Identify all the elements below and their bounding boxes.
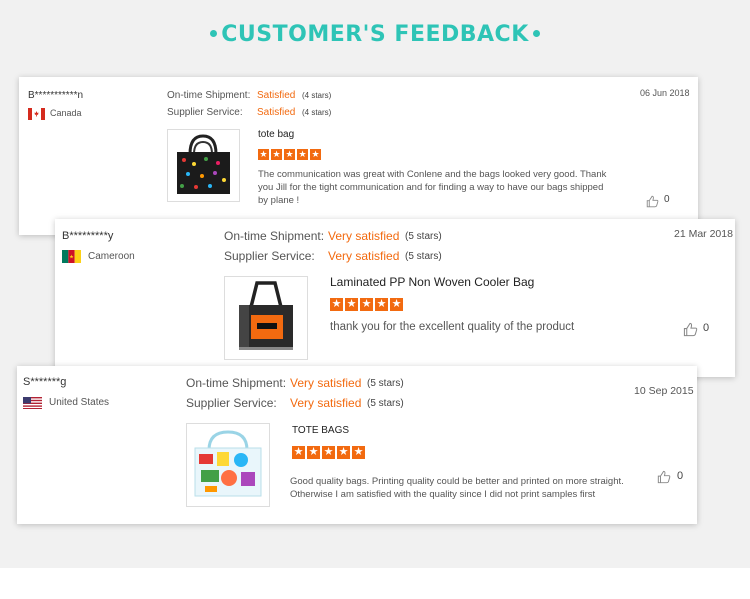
review-date: 10 Sep 2015 xyxy=(634,385,694,397)
star-icon: ★ xyxy=(322,446,335,459)
service-label: Supplier Service: xyxy=(186,396,277,410)
shipment-label: On-time Shipment: xyxy=(167,90,251,101)
service-stars-count: (4 stars) xyxy=(302,108,332,117)
black-tote-bag-image xyxy=(177,134,230,194)
shipment-label: On-time Shipment: xyxy=(224,229,325,243)
like-count: 0 xyxy=(664,194,670,205)
product-title: tote bag xyxy=(258,129,295,140)
service-status: Satisfied xyxy=(257,107,296,118)
service-label: Supplier Service: xyxy=(224,249,315,263)
rating-stars: ★ ★ ★ ★ ★ xyxy=(292,446,367,459)
rating-stars: ★ ★ ★ ★ ★ xyxy=(258,149,323,160)
service-label: Supplier Service: xyxy=(167,107,243,118)
review-card: S*******g United States On-time Shipment… xyxy=(17,366,697,524)
page-footer-band xyxy=(0,568,750,599)
reviewer-country: Cameroon xyxy=(88,251,135,262)
reviewer-country: Canada xyxy=(50,108,82,118)
review-card: B***********n Canada On-time Shipment: S… xyxy=(19,77,698,235)
service-stars-count: (5 stars) xyxy=(405,251,442,262)
star-icon: ★ xyxy=(297,149,308,160)
product-title: TOTE BAGS xyxy=(292,425,350,436)
shipment-status: Very satisfied xyxy=(328,229,400,243)
review-date: 21 Mar 2018 xyxy=(674,228,733,240)
thumbs-up-icon[interactable] xyxy=(683,322,698,337)
product-image[interactable] xyxy=(224,276,308,360)
reviewer-name: B*********y xyxy=(62,230,114,242)
thumbs-up-icon[interactable] xyxy=(657,470,671,484)
review-card: B*********y Cameroon On-time Shipment: V… xyxy=(55,219,735,377)
review-comment: thank you for the excellent quality of t… xyxy=(330,321,575,333)
review-comment: Good quality bags. Printing quality coul… xyxy=(290,476,624,500)
printed-tote-bag-image xyxy=(194,430,262,497)
heading-title: CUSTOMER'S FEEDBACK xyxy=(221,22,529,47)
shipment-status: Very satisfied xyxy=(290,376,362,390)
star-icon: ★ xyxy=(330,298,343,311)
reviewer-name: S*******g xyxy=(23,376,67,388)
review-date: 06 Jun 2018 xyxy=(640,88,690,98)
like-count: 0 xyxy=(703,322,710,334)
shipment-stars-count: (4 stars) xyxy=(302,91,332,100)
reviewer-name: B***********n xyxy=(28,90,84,101)
shipment-stars-count: (5 stars) xyxy=(367,378,404,389)
star-icon: ★ xyxy=(258,149,269,160)
shipment-label: On-time Shipment: xyxy=(186,376,287,390)
product-image[interactable] xyxy=(167,129,240,202)
product-title: Laminated PP Non Woven Cooler Bag xyxy=(330,275,535,289)
section-heading: CUSTOMER'S FEEDBACK xyxy=(0,22,750,47)
star-icon: ★ xyxy=(292,446,305,459)
thumbs-up-icon[interactable] xyxy=(646,195,659,208)
heading-dot-icon xyxy=(210,29,218,37)
like-count: 0 xyxy=(677,470,684,482)
star-icon: ★ xyxy=(360,298,373,311)
shipment-stars-count: (5 stars) xyxy=(405,231,442,242)
star-icon: ★ xyxy=(390,298,403,311)
star-icon: ★ xyxy=(271,149,282,160)
star-icon: ★ xyxy=(284,149,295,160)
rating-stars: ★ ★ ★ ★ ★ xyxy=(330,298,405,311)
reviewer-country: United States xyxy=(49,397,110,408)
star-icon: ★ xyxy=(337,446,350,459)
star-icon: ★ xyxy=(345,298,358,311)
canada-flag xyxy=(28,108,45,120)
review-comment: The communication was great with Conlene… xyxy=(258,169,607,206)
cameroon-flag xyxy=(62,250,81,263)
service-status: Very satisfied xyxy=(290,396,362,410)
star-icon: ★ xyxy=(307,446,320,459)
service-stars-count: (5 stars) xyxy=(367,398,404,409)
heading-dot-icon xyxy=(532,29,540,37)
usa-flag xyxy=(23,397,42,409)
star-icon: ★ xyxy=(352,446,365,459)
cooler-bag-image xyxy=(239,281,293,350)
shipment-status: Satisfied xyxy=(257,90,296,101)
product-image[interactable] xyxy=(186,423,270,507)
star-icon: ★ xyxy=(310,149,321,160)
star-icon: ★ xyxy=(375,298,388,311)
service-status: Very satisfied xyxy=(328,249,400,263)
